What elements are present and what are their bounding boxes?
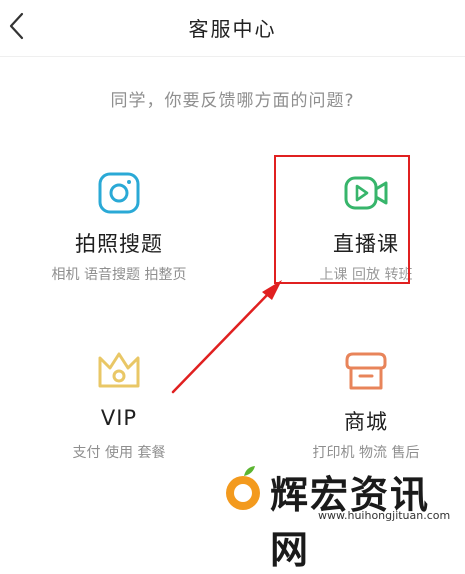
watermark-url: www.huihongjituan.com (318, 509, 451, 522)
card-subtitle: 支付 使用 套餐 (72, 445, 166, 461)
card-title: VIP (100, 406, 138, 430)
highlight-box (274, 155, 410, 284)
card-vip[interactable]: VIP 支付 使用 套餐 (26, 338, 212, 472)
watermark: 辉宏资讯网 www.huihongjituan.com (222, 462, 465, 572)
page-title: 客服中心 (188, 17, 277, 41)
card-title: 商城 (344, 410, 388, 434)
card-subtitle: 相机 语音搜题 拍整页 (51, 267, 187, 283)
feedback-question: 同学，你要反馈哪方面的问题? (110, 91, 355, 111)
camera-icon (98, 172, 140, 214)
card-title: 拍照搜题 (75, 232, 163, 256)
card-photo-search[interactable]: 拍照搜题 相机 语音搜题 拍整页 (26, 160, 212, 294)
card-mall[interactable]: 商城 打印机 物流 售后 (273, 338, 459, 472)
orange-logo-icon (226, 466, 260, 510)
header: 客服中心 (0, 0, 465, 57)
shop-icon (345, 352, 387, 390)
crown-icon (98, 352, 140, 388)
card-subtitle: 打印机 物流 售后 (312, 445, 420, 461)
